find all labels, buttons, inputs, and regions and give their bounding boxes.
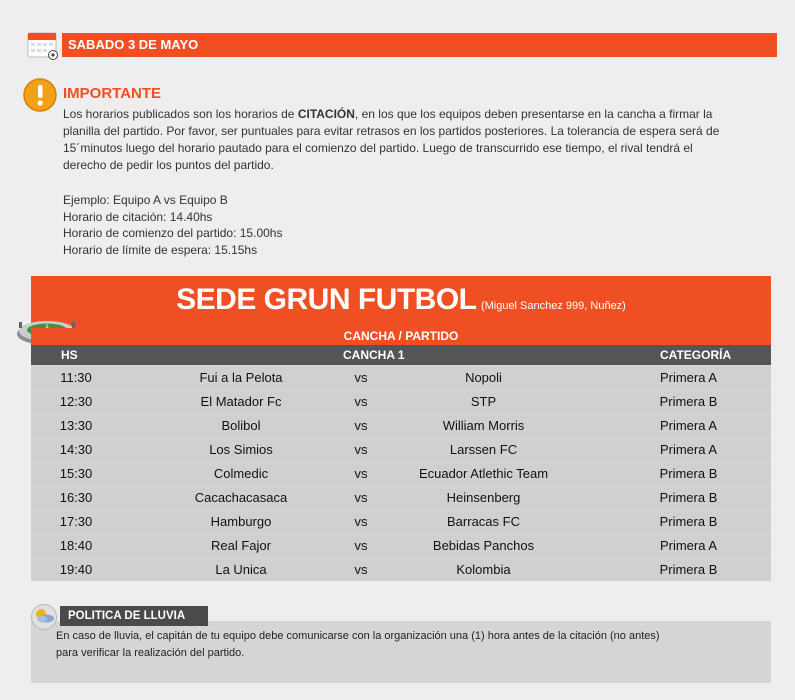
match-row: 17:30 Hamburgo vs Barracas FC Primera B: [31, 511, 771, 533]
politica-title: POLITICA DE LLUVIA: [68, 610, 186, 622]
match-team2: Bebidas Panchos: [432, 538, 535, 553]
match-time: 16:30: [59, 490, 93, 505]
example-line: Ejemplo: Equipo A vs Equipo B: [63, 193, 228, 207]
match-row: 16:30 Cacachacasaca vs Heinsenberg Prime…: [31, 487, 771, 509]
match-category: Primera B: [659, 562, 718, 577]
match-team1: Fui a la Pelota: [199, 370, 283, 385]
match-vs: vs: [354, 490, 368, 505]
match-vs: vs: [354, 514, 368, 529]
match-vs: vs: [354, 418, 368, 433]
date-header-bar: SABADO 3 DE MAYO: [62, 33, 777, 57]
rain-icon: [31, 604, 57, 630]
example-line: Horario de citación: 14.40hs: [63, 209, 213, 224]
cancha-partido-subheader: CANCHA / PARTIDO: [31, 328, 771, 345]
match-team2: Kolombia: [456, 562, 511, 577]
match-time: 15:30: [59, 466, 93, 481]
match-vs: vs: [354, 538, 368, 553]
match-time: 13:30: [59, 418, 93, 433]
match-team2: Heinsenberg: [446, 490, 521, 505]
importante-text: Los horarios publicados son los horarios…: [63, 106, 733, 174]
example-line: Horario de límite de espera: 15.15hs: [63, 242, 258, 257]
match-row: 11:30 Fui a la Pelota vs Nopoli Primera …: [31, 367, 771, 389]
sede-schedule: SEDE GRUN FUTBOL (Miguel Sanchez 999, Nu…: [17, 276, 771, 583]
match-category: Primera A: [659, 418, 718, 433]
match-row: 13:30 Bolibol vs William Morris Primera …: [31, 415, 771, 437]
match-vs: vs: [354, 466, 368, 481]
calendar-icon: [27, 32, 58, 60]
match-team1: El Matador Fc: [200, 394, 282, 409]
match-vs: vs: [354, 442, 368, 457]
match-category: Primera B: [659, 394, 718, 409]
match-team2: Barracas FC: [447, 514, 520, 529]
sede-header: SEDE GRUN FUTBOL (Miguel Sanchez 999, Nu…: [31, 276, 771, 328]
match-time: 17:30: [59, 514, 93, 529]
match-row: 19:40 La Unica vs Kolombia Primera B: [31, 559, 771, 581]
match-time: 18:40: [59, 538, 93, 553]
match-team1: Bolibol: [221, 418, 261, 433]
match-team1: La Unica: [215, 562, 267, 577]
match-team1: Los Simios: [209, 442, 273, 457]
match-time: 14:30: [59, 442, 93, 457]
match-category: Primera B: [659, 490, 718, 505]
politica-line: para verificar la realización del partid…: [56, 647, 245, 659]
example-block: Ejemplo: Equipo A vs Equipo B Horario de…: [63, 192, 282, 258]
match-team2: Larssen FC: [449, 442, 518, 457]
match-time: 12:30: [59, 394, 93, 409]
politica-title-bar: POLITICA DE LLUVIA: [60, 606, 208, 626]
importante-text-part1: Los horarios publicados son los horarios…: [63, 107, 298, 121]
importante-text-bold: CITACIÓN: [297, 107, 355, 121]
column-header-row: HS CANCHA 1 CATEGORÍA: [31, 345, 771, 365]
column-header-cancha: CANCHA 1: [343, 348, 405, 362]
match-team2: Ecuador Atlethic Team: [418, 466, 549, 481]
match-vs: vs: [354, 394, 368, 409]
match-category: Primera B: [659, 514, 718, 529]
match-list: 11:30 Fui a la Pelota vs Nopoli Primera …: [31, 367, 771, 583]
match-vs: vs: [354, 562, 368, 577]
match-row: 12:30 El Matador Fc vs STP Primera B: [31, 391, 771, 413]
sede-title: SEDE GRUN FUTBOL: [176, 283, 477, 316]
match-category: Primera A: [659, 538, 718, 553]
match-team1: Hamburgo: [210, 514, 272, 529]
match-row: 18:40 Real Fajor vs Bebidas Panchos Prim…: [31, 535, 771, 557]
match-team1: Colmedic: [213, 466, 269, 481]
politica-line: En caso de lluvia, el capitán de tu equi…: [56, 630, 660, 642]
importante-title: IMPORTANTE: [63, 85, 162, 102]
match-row: 14:30 Los Simios vs Larssen FC Primera A: [31, 439, 771, 461]
match-team1: Cacachacasaca: [194, 490, 288, 505]
match-row: 15:30 Colmedic vs Ecuador Atlethic Team …: [31, 463, 771, 485]
match-category: Primera A: [659, 370, 718, 385]
match-vs: vs: [354, 370, 368, 385]
sede-address: (Miguel Sanchez 999, Nuñez): [480, 300, 626, 312]
column-header-categoria: CATEGORÍA: [660, 348, 732, 362]
match-category: Primera A: [659, 442, 718, 457]
column-header-hs: HS: [61, 348, 78, 362]
politica-text: En caso de lluvia, el capitán de tu equi…: [56, 628, 756, 662]
match-team2: STP: [470, 394, 497, 409]
match-category: Primera B: [659, 466, 718, 481]
match-team2: Nopoli: [465, 370, 502, 385]
date-header-label: SABADO 3 DE MAYO: [68, 37, 199, 52]
match-time: 11:30: [60, 370, 92, 385]
match-time: 19:40: [59, 562, 93, 577]
warning-icon: [23, 78, 57, 112]
match-team2: William Morris: [442, 418, 525, 433]
match-team1: Real Fajor: [211, 538, 271, 553]
example-line: Horario de comienzo del partido: 15.00hs: [63, 226, 283, 240]
